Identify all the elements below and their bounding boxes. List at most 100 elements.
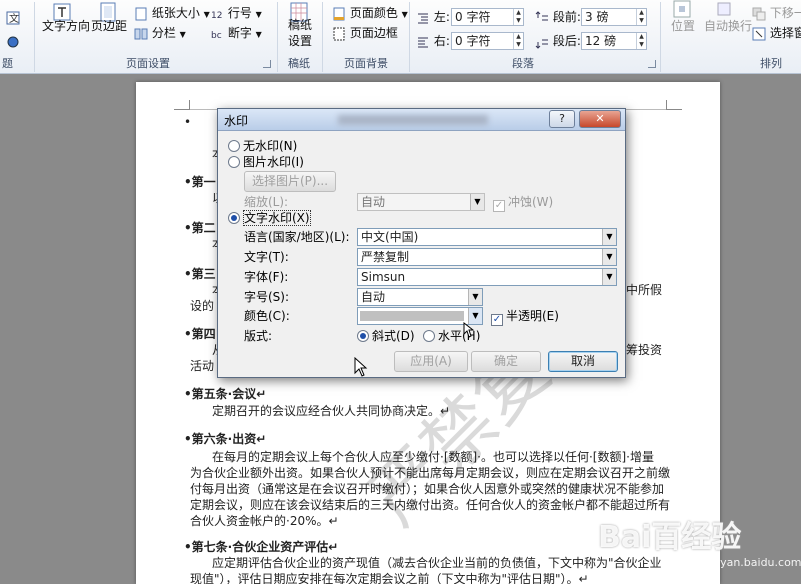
semitransparent-checkbox[interactable]: ✓ 半透明(E) [491, 308, 559, 326]
layout-label: 版式: [244, 329, 273, 343]
indent-left-input[interactable]: 0 字符 ▲ ▼ [451, 8, 524, 26]
size-label: 字号(S): [244, 290, 290, 304]
margins-button[interactable]: 页边距 [91, 17, 127, 35]
manuscript-button[interactable]: 稿纸 设置 [288, 17, 312, 49]
doc-heading: •第二 [184, 221, 216, 235]
no-watermark-label: 无水印(N) [243, 139, 298, 153]
selection-pane-button[interactable]: 选择窗 [752, 24, 801, 42]
checkbox-icon: ✓ [493, 200, 505, 212]
dropdown-arrow-icon: ▼ [255, 30, 262, 39]
position-button[interactable]: 位置 [671, 17, 695, 35]
text-combobox[interactable]: 严禁复制 ▼ [357, 248, 617, 266]
columns-button[interactable]: 分栏 ▼ [134, 24, 186, 44]
spacing-after-input[interactable]: 12 磅 ▲ ▼ [581, 32, 647, 50]
section-body-line: 付每月出资（通常这是在会议召开时缴付）；如果合伙人因意外或突然的健康状况不能参加 [190, 482, 665, 496]
doc-line-fragment: 筹投资 [626, 343, 663, 357]
arrange-group-label: 排列 [760, 57, 782, 70]
crop-mark [666, 100, 682, 110]
section-body-line: 现值"），评估日期应安排在每次定期会议之前（下文中称为"评估日期"）。↵ [190, 572, 589, 584]
picture-watermark-radio[interactable]: 图片水印(I) [228, 154, 304, 170]
text-value: 严禁复制 [361, 250, 410, 264]
language-select[interactable]: 中文(中国) ▼ [357, 228, 617, 246]
spinner-arrows-icon[interactable]: ▲ ▼ [513, 9, 523, 25]
text-label: 文字(T): [244, 250, 289, 264]
paper-size-button[interactable]: 纸张大小 ▼ [134, 4, 210, 24]
left-group-item[interactable]: 文 [6, 8, 20, 26]
columns-label: 分栏 [151, 26, 176, 40]
font-select[interactable]: Simsun ▼ [357, 268, 617, 286]
dialog-title: 水印 [224, 114, 249, 128]
paragraph-group-label: 段落 [512, 57, 534, 70]
text-watermark-radio[interactable]: 文字水印(X) [228, 210, 311, 226]
page-borders-button[interactable]: 页面边框 [332, 24, 398, 42]
doc-heading: •第一 [184, 175, 216, 189]
radio-selected-icon [357, 330, 369, 342]
wrap-text-button[interactable]: 自动换行 [704, 17, 752, 35]
svg-text:12: 12 [211, 11, 222, 21]
font-label: 字体(F): [244, 270, 289, 284]
radio-icon [228, 156, 240, 168]
indent-right-input[interactable]: 0 字符 ▲ ▼ [451, 32, 524, 50]
cancel-button[interactable]: 取消 [548, 351, 618, 372]
blurred-title-text [338, 115, 488, 125]
close-button[interactable]: ✕ [579, 110, 621, 128]
text-direction-button[interactable]: 文字方向 [42, 17, 90, 35]
chevron-down-icon: ▼ [470, 194, 484, 210]
section-body-line: 为合伙企业额外出资。如果合伙人预计不能出席每月定期会议，则应在定期会议召开之前缴 [190, 466, 671, 480]
spacing-before-input[interactable]: 3 磅 ▲ ▼ [581, 8, 647, 26]
spacing-after-value: 12 磅 [585, 34, 617, 48]
chevron-down-icon: ▼ [602, 229, 616, 245]
dialog-titlebar[interactable]: 水印 ? ✕ [218, 109, 625, 131]
section-heading: •第六条·出资↵ [184, 432, 267, 446]
section-heading: •第七条·合伙企业资产评估↵ [184, 540, 339, 554]
spacing-after-label: 段后: [535, 32, 581, 50]
section-body-line: 合伙人资金帐户的·20%。↵ [190, 514, 339, 528]
line-numbers-button[interactable]: 12 行号 ▼ [210, 4, 262, 24]
paragraph-launcher-icon[interactable] [648, 60, 656, 68]
size-select[interactable]: 自动 ▼ [357, 288, 483, 306]
dropdown-arrow-icon: ▼ [255, 10, 262, 19]
page-color-label: 页面颜色 [349, 6, 398, 20]
font-value: Simsun [361, 270, 406, 284]
section-body-line: 定期会议，则应在该会议结束后的三天内缴付出资。任何合伙人的资金帐户都不能超过所有 [190, 498, 671, 512]
hyphenation-label: 断字 [227, 26, 252, 40]
language-label: 语言(国家/地区)(L): [244, 230, 350, 244]
spacing-after-icon [535, 39, 548, 49]
spinner-arrows-icon[interactable]: ▲ ▼ [636, 9, 646, 25]
page-setup-group-label: 页面设置 [126, 57, 170, 70]
spacing-before-icon [535, 10, 548, 20]
spinner-arrows-icon[interactable]: ▲ ▼ [636, 33, 646, 49]
help-button[interactable]: ? [549, 110, 575, 128]
doc-heading: •第四 [184, 327, 216, 341]
text-watermark-label: 文字水印(X) [243, 210, 311, 226]
no-watermark-radio[interactable]: 无水印(N) [228, 138, 297, 154]
indent-right-icon [418, 37, 428, 47]
semitransparent-label: 半透明(E) [506, 309, 559, 323]
page-background-group-label: 页面背景 [344, 57, 388, 70]
manuscript-group-label: 稿纸 [288, 57, 310, 70]
page-setup-launcher-icon[interactable] [263, 60, 271, 68]
left-group-item2[interactable] [6, 32, 20, 50]
hyphenation-button[interactable]: bc 断字 ▼ [210, 24, 262, 44]
indent-right-value: 0 字符 [455, 34, 491, 48]
scale-select[interactable]: 自动 ▼ [357, 193, 485, 211]
apply-button[interactable]: 应用(A) [394, 351, 468, 372]
svg-text:文: 文 [9, 12, 19, 25]
crop-mark [174, 100, 190, 110]
bring-forward-button[interactable]: 下移一 [752, 4, 801, 22]
spinner-arrows-icon[interactable]: ▲ ▼ [513, 33, 523, 49]
indent-left-value: 0 字符 [455, 10, 491, 24]
section-body-line: 应定期评估合伙企业的资产现值（减去合伙企业当前的负债值，下文中称为"合伙企业 [212, 556, 662, 570]
diagonal-label: 斜式(D) [372, 329, 415, 343]
page-color-icon [333, 7, 345, 20]
scale-label: 缩放(L): [244, 195, 289, 209]
select-picture-button[interactable]: 选择图片(P)... [244, 171, 336, 192]
page-color-button[interactable]: 页面颜色 ▼ [332, 4, 408, 24]
bring-forward-icon [752, 7, 766, 20]
spacing-before-label: 段前: [535, 8, 581, 26]
doc-line-fragment: 中所假 [626, 283, 663, 297]
diagonal-radio[interactable]: 斜式(D) [357, 328, 415, 344]
washout-checkbox[interactable]: ✓ 冲蚀(W) [493, 194, 553, 212]
ok-button[interactable]: 确定 [471, 351, 541, 372]
color-swatch [360, 311, 464, 321]
